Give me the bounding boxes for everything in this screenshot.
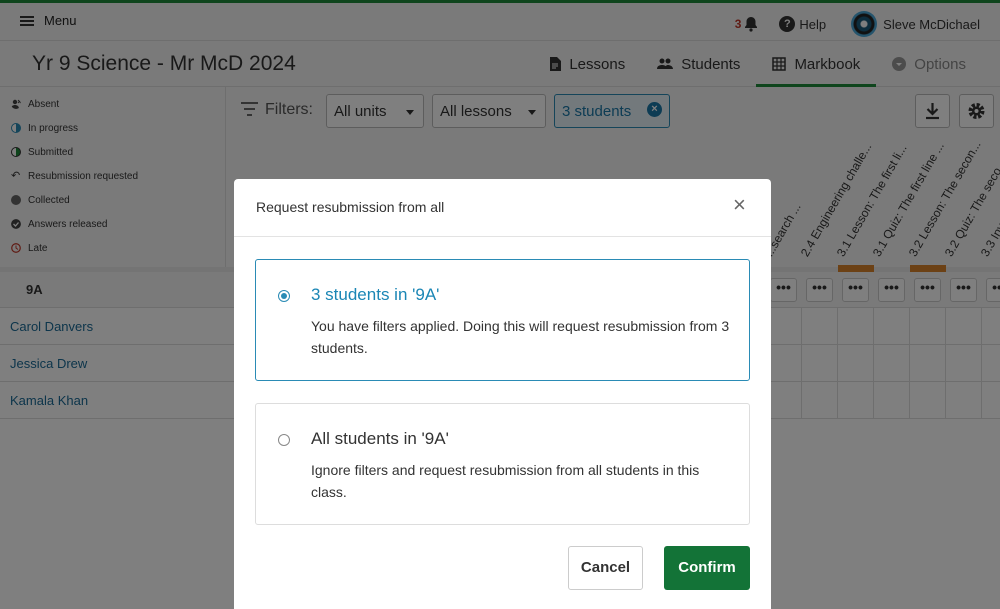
radio-all[interactable] — [278, 434, 290, 446]
option-all-students[interactable]: All students in '9A' Ignore filters and … — [255, 403, 750, 525]
confirm-button[interactable]: Confirm — [664, 546, 750, 590]
option-filtered-desc: You have filters applied. Doing this wil… — [311, 318, 730, 356]
option-filtered-title: 3 students in '9A' — [311, 285, 440, 304]
resubmission-dialog: Request resubmission from all × 3 studen… — [234, 179, 771, 609]
option-filtered-students[interactable]: 3 students in '9A' You have filters appl… — [255, 259, 750, 381]
option-all-title: All students in '9A' — [311, 429, 449, 448]
radio-filtered[interactable] — [278, 290, 290, 302]
option-all-desc: Ignore filters and request resubmission … — [311, 462, 700, 500]
dialog-title: Request resubmission from all — [256, 199, 445, 215]
cancel-button[interactable]: Cancel — [568, 546, 643, 590]
close-icon[interactable]: × — [733, 194, 751, 216]
